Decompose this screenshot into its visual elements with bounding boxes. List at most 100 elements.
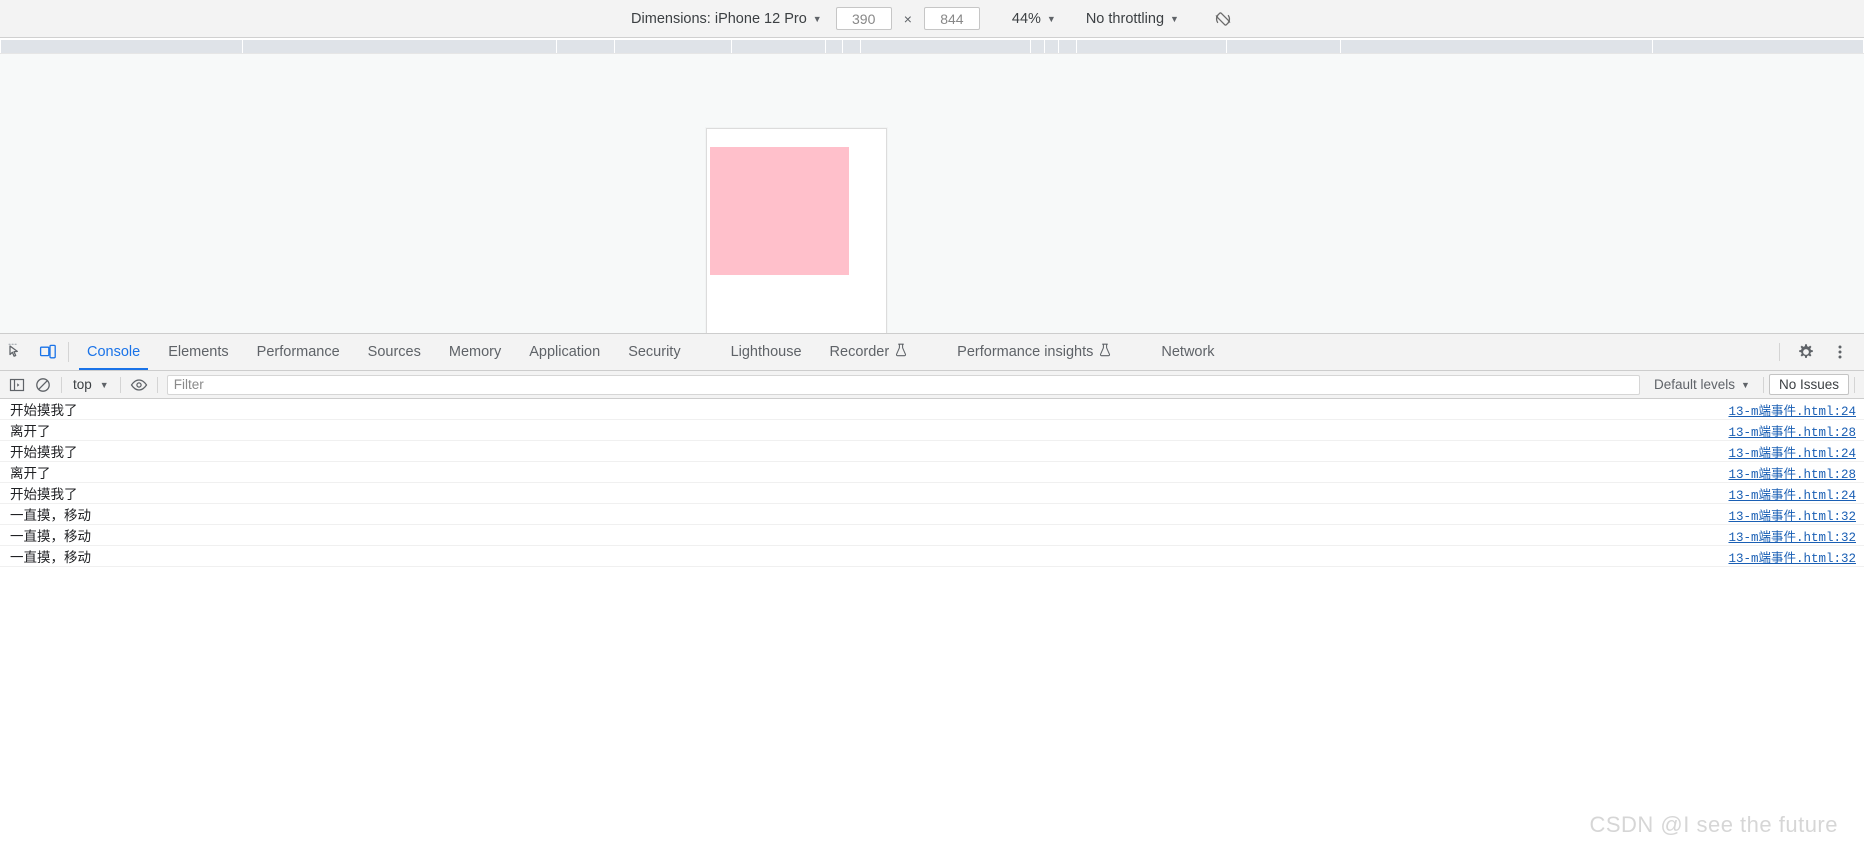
viewport-width-input[interactable] — [835, 7, 892, 30]
console-toolbar-divider — [119, 376, 121, 393]
live-expression-eye-icon[interactable] — [126, 373, 152, 397]
console-message-text: 一直摸，移动 — [10, 550, 91, 565]
tab-sources[interactable]: Sources — [354, 334, 435, 370]
console-message-source-link[interactable]: 13-m端事件.html:32 — [1728, 505, 1856, 524]
tab-elements[interactable]: Elements — [154, 334, 242, 370]
ruler-tick — [731, 40, 732, 53]
more-vertical-icon[interactable] — [1824, 343, 1856, 361]
emulated-device-stage — [0, 54, 1864, 333]
console-message-text: 离开了 — [10, 424, 51, 439]
console-message-text: 一直摸，移动 — [10, 529, 91, 544]
chevron-down-icon: ▼ — [1741, 380, 1750, 390]
tab-label: Sources — [367, 344, 421, 360]
tab-label: Security — [628, 344, 681, 360]
tab-label: Performance — [256, 344, 340, 360]
console-sidebar-icon[interactable] — [4, 373, 30, 397]
tab-console[interactable]: Console — [73, 334, 154, 370]
device-dimensions-label: Dimensions: iPhone 12 Pro — [631, 10, 807, 27]
tab-network[interactable]: Network — [1147, 334, 1228, 370]
rotate-device-icon[interactable] — [1209, 6, 1237, 32]
issues-button[interactable]: No Issues — [1768, 374, 1849, 395]
console-message-row[interactable]: 一直摸，移动 13-m端事件.html:32 — [0, 504, 1864, 525]
console-message-row[interactable]: 离开了 13-m端事件.html:28 — [0, 420, 1864, 441]
ruler-tick — [1030, 40, 1031, 53]
console-message-row[interactable]: 开始摸我了 13-m端事件.html:24 — [0, 399, 1864, 420]
chevron-down-icon: ▼ — [1046, 14, 1056, 24]
console-message-source-link[interactable]: 13-m端事件.html:24 — [1728, 484, 1856, 503]
console-message-text: 开始摸我了 — [10, 403, 78, 418]
console-toolbar-divider — [1762, 376, 1764, 393]
ruler-tick — [1226, 40, 1227, 53]
viewport-height-input[interactable] — [923, 7, 980, 30]
chevron-down-icon: ▼ — [99, 380, 109, 390]
inspect-element-icon[interactable] — [0, 334, 32, 370]
tab-label: Lighthouse — [730, 344, 802, 360]
tab-label: Memory — [448, 344, 502, 360]
log-levels-select[interactable]: Default levels ▼ — [1646, 375, 1758, 394]
console-message-text: 离开了 — [10, 466, 51, 481]
ruler-tick — [860, 40, 861, 53]
tab-label: Recorder — [829, 344, 890, 360]
console-message-row[interactable]: 开始摸我了 13-m端事件.html:24 — [0, 441, 1864, 462]
zoom-level-label: 44% — [1011, 10, 1041, 27]
gear-icon[interactable] — [1790, 343, 1822, 361]
console-message-source-link[interactable]: 13-m端事件.html:24 — [1728, 442, 1856, 461]
tab-performance[interactable]: Performance — [243, 334, 354, 370]
dimensions-times-symbol: × — [903, 10, 912, 27]
tab-label: Elements — [168, 344, 229, 360]
experiment-flask-icon — [895, 343, 907, 361]
tab-security[interactable]: Security — [614, 334, 694, 370]
chevron-down-icon: ▼ — [1170, 14, 1179, 24]
ruler-tick — [614, 40, 615, 53]
device-emulation-toolbar: Dimensions: iPhone 12 Pro ▼ × 44% ▼ No t… — [0, 0, 1864, 38]
ruler-tick — [556, 40, 557, 53]
pink-box-element[interactable] — [710, 147, 849, 275]
ruler-tick — [1340, 40, 1341, 53]
tabbar-actions — [1771, 334, 1864, 370]
console-message-source-link[interactable]: 13-m端事件.html:32 — [1728, 526, 1856, 545]
device-dimensions-select[interactable]: Dimensions: iPhone 12 Pro ▼ — [627, 9, 826, 29]
chevron-down-icon: ▼ — [812, 14, 822, 24]
tab-label: Performance insights — [957, 344, 1094, 360]
tab-lighthouse[interactable]: Lighthouse — [717, 334, 816, 370]
clear-console-icon[interactable] — [30, 373, 56, 397]
console-message-source-link[interactable]: 13-m端事件.html:28 — [1728, 421, 1856, 440]
tab-recorder[interactable]: Recorder — [816, 334, 922, 370]
tab-application[interactable]: Application — [515, 334, 614, 370]
tab-memory[interactable]: Memory — [435, 334, 515, 370]
csdn-watermark: CSDN @I see the future — [1589, 812, 1838, 837]
ruler-tick — [1058, 40, 1059, 53]
zoom-select[interactable]: 44% ▼ — [1008, 9, 1060, 29]
tabbar-divider — [68, 342, 69, 362]
tab-performance-insights[interactable]: Performance insights — [943, 334, 1125, 370]
ruler-tick — [1044, 40, 1045, 53]
ruler-tick — [0, 40, 1, 53]
tab-label: Application — [529, 344, 601, 360]
throttling-select[interactable]: No throttling ▼ — [1082, 9, 1183, 29]
console-message-text: 一直摸，移动 — [10, 508, 91, 523]
console-message-text: 开始摸我了 — [10, 487, 78, 502]
ruler-track — [0, 40, 1864, 53]
console-message-source-link[interactable]: 13-m端事件.html:24 — [1728, 400, 1856, 419]
ruler-tick — [1652, 40, 1653, 53]
console-message-text: 开始摸我了 — [10, 445, 78, 460]
ruler-tick — [842, 40, 843, 53]
tab-label: Network — [1161, 344, 1215, 360]
console-message-row[interactable]: 一直摸，移动 13-m端事件.html:32 — [0, 525, 1864, 546]
devtools-tab-bar: Console Elements Performance Sources Mem… — [0, 333, 1864, 371]
console-filter-input[interactable] — [166, 374, 1640, 395]
emulated-device-viewport[interactable] — [706, 128, 887, 333]
execution-context-label: top — [73, 377, 92, 392]
execution-context-select[interactable]: top ▼ — [67, 375, 115, 394]
console-message-source-link[interactable]: 13-m端事件.html:28 — [1728, 463, 1856, 482]
tab-label: Console — [87, 344, 141, 360]
console-toolbar-divider — [61, 376, 62, 393]
console-message-row[interactable]: 一直摸，移动 13-m端事件.html:32 — [0, 546, 1864, 567]
console-message-source-link[interactable]: 13-m端事件.html:32 — [1728, 547, 1856, 566]
console-message-row[interactable]: 开始摸我了 13-m端事件.html:24 — [0, 483, 1864, 504]
throttling-label: No throttling — [1085, 10, 1165, 27]
log-levels-label: Default levels — [1654, 377, 1736, 392]
console-message-row[interactable]: 离开了 13-m端事件.html:28 — [0, 462, 1864, 483]
console-message-list[interactable]: 开始摸我了 13-m端事件.html:24 离开了 13-m端事件.html:2… — [0, 399, 1864, 846]
toggle-device-toolbar-icon[interactable] — [32, 334, 64, 370]
